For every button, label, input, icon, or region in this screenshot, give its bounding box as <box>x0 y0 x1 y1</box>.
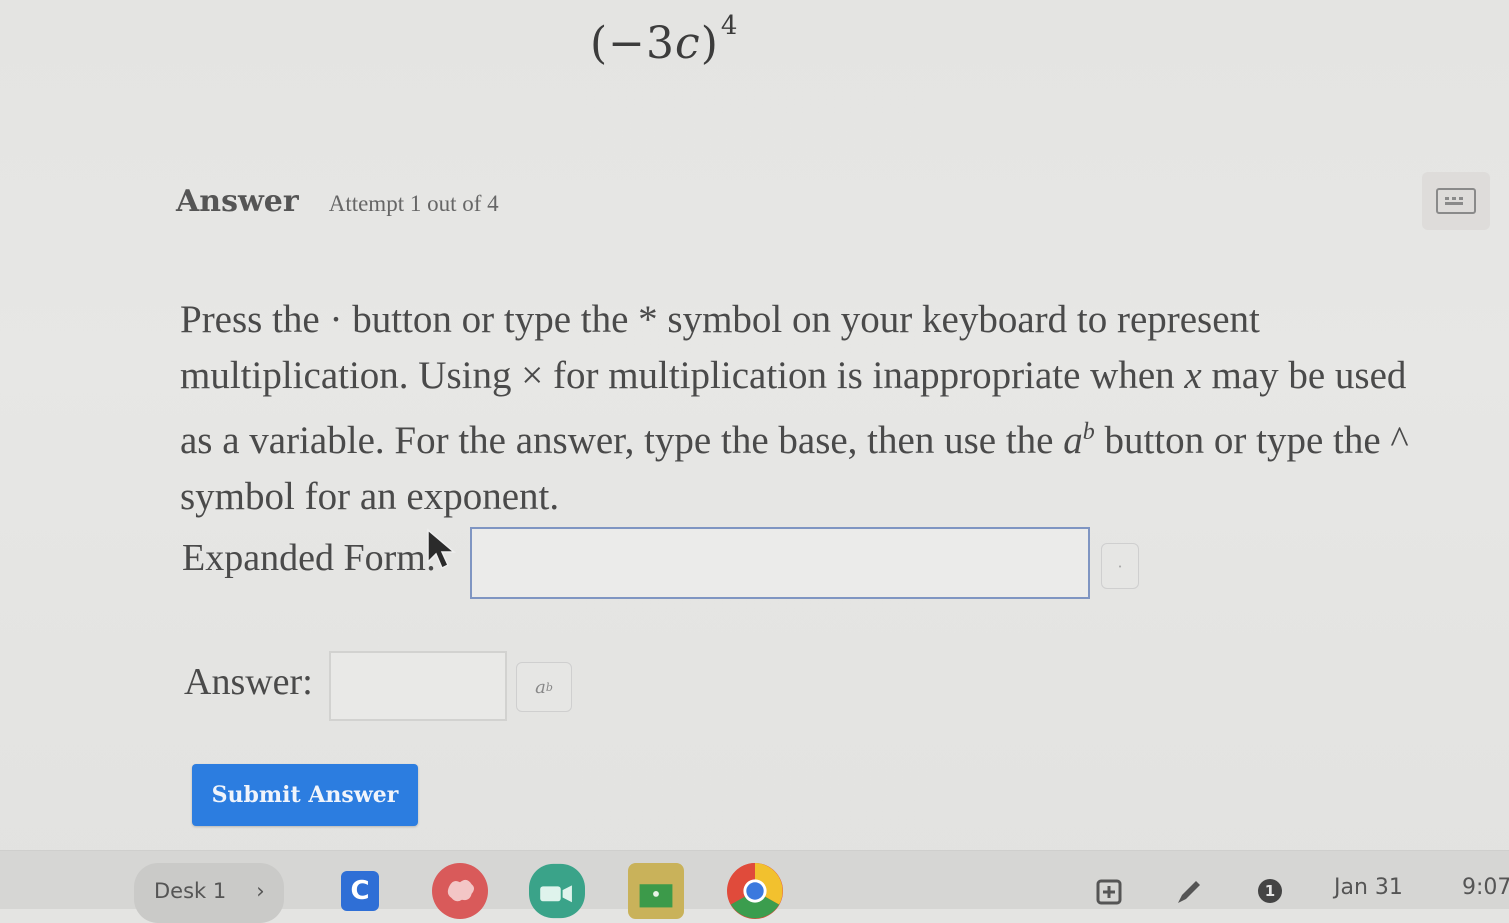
answer-header: Answer Attempt 1 out of 4 <box>176 184 499 219</box>
multiply-dot-button[interactable]: · <box>1101 543 1139 589</box>
chevron-right-icon: › <box>256 879 265 903</box>
expression-variable: c <box>675 18 701 69</box>
brain-app-icon[interactable] <box>432 863 488 919</box>
submit-answer-button[interactable]: Submit Answer <box>192 764 418 826</box>
screen-capture-icon[interactable] <box>1082 863 1138 919</box>
answer-title: Answer <box>176 184 299 219</box>
instructions-text: Press the · button or type the * symbol … <box>180 292 1430 525</box>
expanded-form-input[interactable] <box>470 527 1090 599</box>
desk-switcher[interactable]: Desk 1 › <box>134 863 284 923</box>
taskbar: Desk 1 › C 1 Jan 31 9:07 <box>0 850 1509 923</box>
answer-label: Answer: <box>184 661 313 703</box>
problem-expression: (−3c)4 <box>590 11 738 69</box>
chrome-icon[interactable] <box>727 863 783 919</box>
answer-input[interactable] <box>329 651 507 721</box>
notification-count: 1 <box>1258 879 1282 903</box>
exponent-button-sup: b <box>545 680 553 694</box>
attempt-counter: Attempt 1 out of 4 <box>328 191 499 216</box>
expression-exponent: 4 <box>720 11 739 42</box>
notification-badge[interactable]: 1 <box>1242 863 1298 919</box>
expanded-form-label: Expanded Form: <box>182 537 437 579</box>
time-display[interactable]: 9:07 <box>1462 875 1509 900</box>
classroom-board-icon[interactable] <box>628 863 684 919</box>
exponent-button-base: a <box>535 676 546 698</box>
exponent-button[interactable]: ab <box>516 662 572 712</box>
instructions-ab-exponent: b <box>1082 419 1095 445</box>
stylus-pen-icon[interactable] <box>1160 863 1216 919</box>
keypad-icon <box>1436 188 1476 214</box>
classroom-app-icon[interactable]: C <box>332 863 388 919</box>
expression-close: ) <box>700 18 719 69</box>
expression-base: (−3 <box>590 18 676 69</box>
instructions-var-x: x <box>1184 354 1202 397</box>
meet-app-icon[interactable] <box>529 863 585 919</box>
date-display[interactable]: Jan 31 <box>1334 875 1403 900</box>
assignment-page: (−3c)4 Answer Attempt 1 out of 4 Press t… <box>0 0 1509 850</box>
instructions-ab-base: a <box>1063 419 1083 462</box>
desk-label: Desk 1 <box>154 879 227 903</box>
instructions-part1: Press the · button or type the * symbol … <box>180 298 1260 397</box>
keypad-toggle-button[interactable] <box>1422 172 1490 230</box>
classroom-letter: C <box>341 871 379 911</box>
